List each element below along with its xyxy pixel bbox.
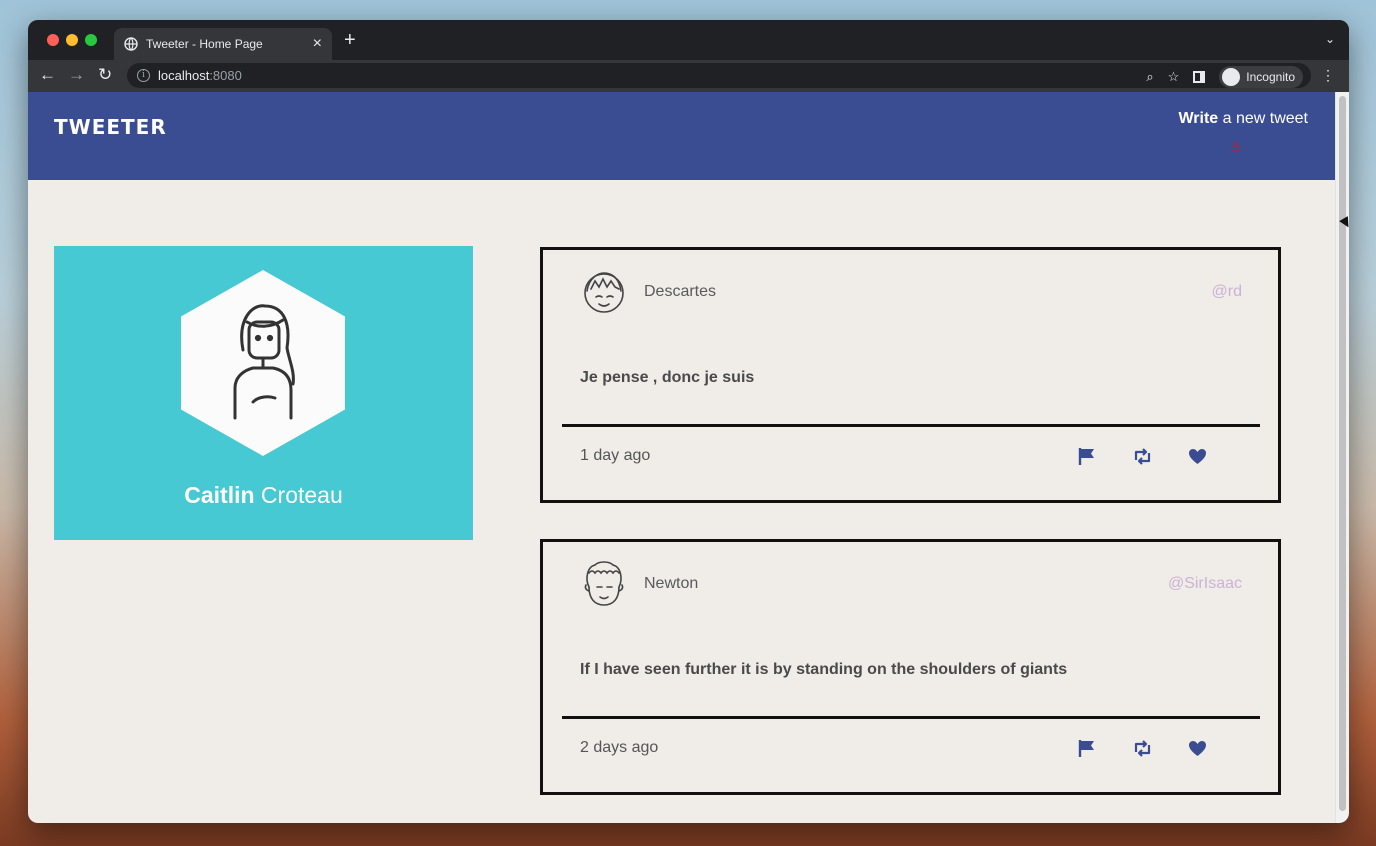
browser-window: Tweeter - Home Page × + ⌄ ← → ↻ i localh… [28, 20, 1349, 823]
retweet-icon[interactable] [1132, 446, 1153, 467]
flag-icon[interactable] [1077, 446, 1098, 467]
flag-icon[interactable] [1077, 738, 1098, 759]
heart-icon[interactable] [1187, 738, 1208, 759]
tweet-author-handle[interactable]: @rd [1212, 283, 1242, 301]
globe-icon [124, 37, 138, 51]
minimize-window-button[interactable] [66, 34, 78, 46]
tweet-content: Je pense , donc je suis [580, 369, 755, 386]
page-scrollbar[interactable] [1335, 92, 1349, 823]
browser-toolbar: ← → ↻ i localhost:8080 ⌕ ☆ Incognito ⋮ [28, 60, 1349, 92]
incognito-label: Incognito [1246, 70, 1295, 84]
forward-button[interactable]: → [68, 65, 85, 85]
browser-menu-icon[interactable]: ⋮ [1321, 67, 1335, 84]
compose-rest: a new tweet [1218, 110, 1308, 127]
retweet-icon[interactable] [1132, 738, 1153, 759]
scrollbar-thumb[interactable] [1339, 96, 1346, 811]
profile-name: Caitlin Croteau [54, 482, 473, 509]
browser-tab[interactable]: Tweeter - Home Page × [114, 28, 332, 60]
tab-close-icon[interactable]: × [313, 36, 322, 52]
address-bar[interactable]: i localhost:8080 ⌕ ☆ Incognito [127, 63, 1311, 88]
compose-bold: Write [1178, 110, 1219, 127]
tweet-actions [1077, 446, 1208, 467]
new-tab-button[interactable]: + [344, 30, 356, 50]
bookmark-star-icon[interactable]: ☆ [1168, 69, 1180, 85]
tab-search-icon[interactable]: ⌄ [1325, 32, 1335, 46]
tweet-card: Descartes @rd Je pense , donc je suis 1 … [540, 247, 1281, 503]
site-info-icon[interactable]: i [137, 69, 150, 82]
tweet-divider [562, 716, 1260, 719]
tweet-divider [562, 424, 1260, 427]
avatar [584, 272, 624, 313]
write-new-tweet-link[interactable]: Write a new tweet [1178, 110, 1308, 128]
tweet-timestamp: 2 days ago [580, 739, 659, 756]
incognito-icon [1222, 68, 1241, 86]
heart-icon[interactable] [1187, 446, 1208, 467]
back-button[interactable]: ← [39, 65, 56, 85]
site-header: TWEETER Write a new tweet ≚ [28, 92, 1335, 180]
page-viewport: TWEETER Write a new tweet ≚ Caitlin Crot… [28, 92, 1335, 823]
tweet-actions [1077, 738, 1208, 759]
reload-button[interactable]: ↻ [98, 65, 112, 85]
profile-first-name: Caitlin [184, 482, 255, 508]
tweet-author-handle[interactable]: @SirIsaac [1168, 575, 1242, 593]
tweet-timestamp: 1 day ago [580, 447, 651, 464]
omnibox-actions: ⌕ ☆ Incognito [1146, 66, 1303, 88]
avatar-hexagon [181, 270, 345, 456]
url-port: :8080 [209, 68, 242, 83]
profile-last-name: Croteau [254, 482, 343, 508]
tweet-content: If I have seen further it is by standing… [580, 661, 1068, 678]
tweet-card: Newton @SirIsaac If I have seen further … [540, 539, 1281, 795]
close-window-button[interactable] [47, 34, 59, 46]
profile-card: Caitlin Croteau [54, 246, 473, 540]
avatar [233, 304, 295, 420]
tab-title: Tweeter - Home Page [146, 37, 263, 51]
incognito-badge[interactable]: Incognito [1219, 66, 1303, 88]
side-panel-icon[interactable] [1193, 71, 1206, 83]
tab-bar: Tweeter - Home Page × + ⌄ [28, 20, 1349, 60]
url-host: localhost [158, 68, 210, 83]
avatar [584, 561, 624, 606]
tweet-author-name: Newton [644, 575, 699, 592]
maximize-window-button[interactable] [85, 34, 97, 46]
brand-logo[interactable]: TWEETER [54, 115, 167, 139]
chevron-double-down-icon[interactable]: ≚ [1230, 140, 1242, 157]
tweet-author-name: Descartes [644, 283, 717, 300]
zoom-icon[interactable]: ⌕ [1146, 69, 1153, 85]
